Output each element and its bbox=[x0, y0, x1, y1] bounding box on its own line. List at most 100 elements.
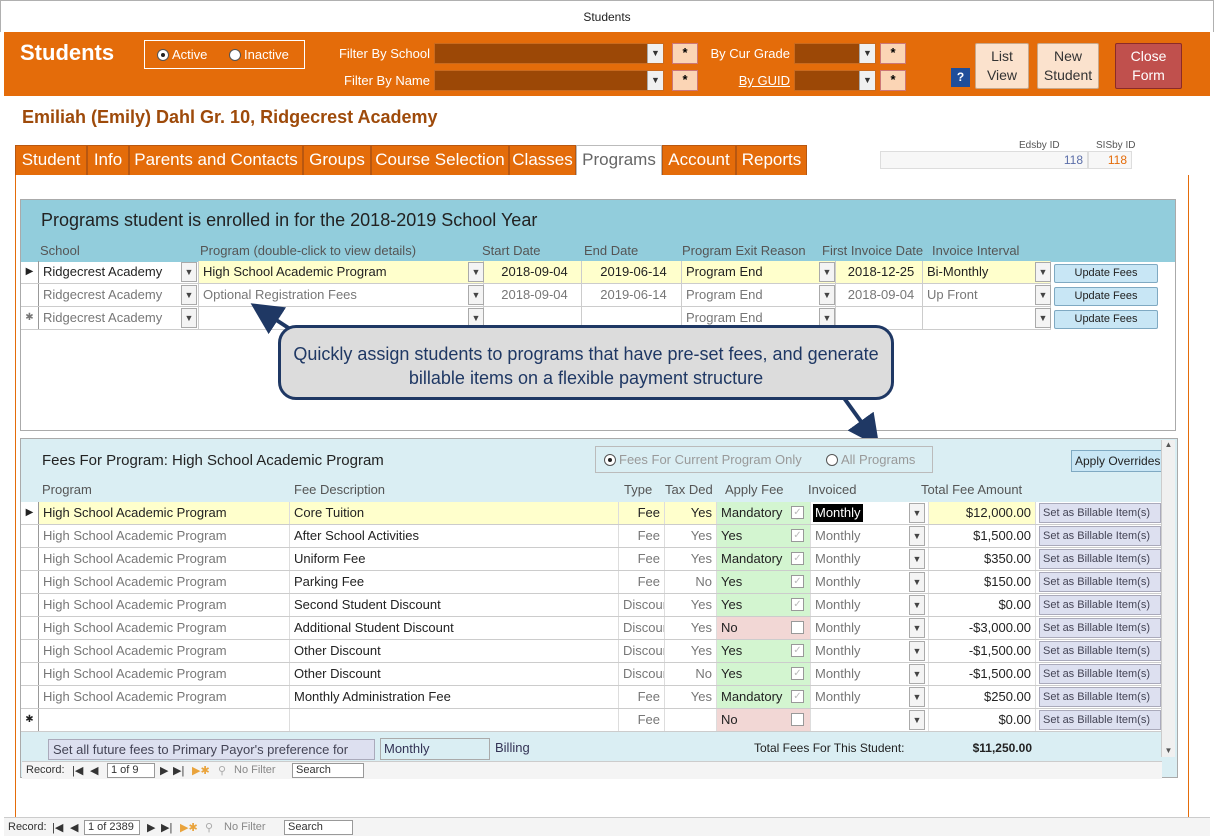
apply-fee-cell[interactable]: Mandatory ✓ bbox=[717, 548, 811, 570]
fee-description-cell[interactable]: Second Student Discount bbox=[290, 594, 619, 616]
set-billable-button[interactable]: Set as Billable Item(s) bbox=[1039, 595, 1161, 615]
chevron-down-icon[interactable]: ▼ bbox=[859, 44, 875, 63]
invoiced-cell[interactable]: Monthly ▼ bbox=[811, 686, 929, 708]
school-cell[interactable]: Ridgecrest Academy bbox=[39, 307, 199, 329]
tab-course-selection[interactable]: Course Selection bbox=[371, 145, 509, 175]
table-row[interactable]: ▶ High School Academic Program Core Tuitio… bbox=[21, 502, 1161, 525]
active-radio[interactable]: Active bbox=[157, 47, 207, 62]
invoiced-cell[interactable]: Monthly ▼ bbox=[811, 502, 929, 524]
apply-checkbox[interactable]: ✓ bbox=[791, 598, 804, 611]
exit-reason-cell[interactable]: Program End bbox=[682, 261, 836, 283]
chevron-down-icon[interactable]: ▼ bbox=[909, 710, 925, 730]
tab-classes[interactable]: Classes bbox=[509, 145, 576, 175]
tab-parents-and-contacts[interactable]: Parents and Contacts bbox=[129, 145, 303, 175]
table-row[interactable]: ✱ Fee No ▼ $0.00 Set as Billable Item(s) bbox=[21, 709, 1161, 732]
apply-checkbox[interactable]: ✓ bbox=[791, 575, 804, 588]
table-row[interactable]: High School Academic Program Other Discou… bbox=[21, 640, 1161, 663]
tab-reports[interactable]: Reports bbox=[736, 145, 807, 175]
apply-fee-cell[interactable]: No bbox=[717, 709, 811, 731]
fee-program-cell[interactable]: High School Academic Program bbox=[39, 502, 290, 524]
by-guid-link[interactable]: By GUID bbox=[704, 73, 790, 88]
set-billable-button[interactable]: Set as Billable Item(s) bbox=[1039, 710, 1161, 730]
tab-account[interactable]: Account bbox=[662, 145, 736, 175]
prev-record-icon[interactable]: ◀ bbox=[90, 764, 98, 777]
apply-checkbox[interactable] bbox=[791, 713, 804, 726]
clear-school-button[interactable]: * bbox=[672, 43, 698, 64]
fees-scrollbar[interactable]: ▲ ▼ bbox=[1161, 440, 1175, 757]
scroll-down-icon[interactable]: ▼ bbox=[1162, 746, 1175, 755]
chevron-down-icon[interactable]: ▼ bbox=[909, 618, 925, 638]
apply-fee-cell[interactable]: Yes ✓ bbox=[717, 525, 811, 547]
first-invoice-cell[interactable]: 2018-12-25 bbox=[836, 261, 923, 283]
first-record-icon[interactable]: |◀ bbox=[72, 764, 83, 777]
no-filter-button[interactable]: No Filter bbox=[234, 764, 276, 776]
table-row[interactable]: High School Academic Program After School… bbox=[21, 525, 1161, 548]
apply-fee-cell[interactable]: Mandatory ✓ bbox=[717, 502, 811, 524]
chevron-down-icon[interactable]: ▼ bbox=[647, 44, 663, 63]
fee-program-cell[interactable]: High School Academic Program bbox=[39, 525, 290, 547]
fee-description-cell[interactable]: Other Discount bbox=[290, 663, 619, 685]
next-record-icon[interactable]: ▶ bbox=[147, 821, 155, 834]
apply-checkbox[interactable]: ✓ bbox=[791, 644, 804, 657]
tab-programs[interactable]: Programs bbox=[576, 145, 662, 176]
end-date-cell[interactable]: 2019-06-14 bbox=[582, 261, 682, 283]
table-row[interactable]: High School Academic Program Parking Fee F… bbox=[21, 571, 1161, 594]
no-filter-button[interactable]: No Filter bbox=[224, 821, 266, 833]
record-position-input[interactable]: 1 of 2389 bbox=[84, 820, 140, 835]
set-future-fees-button[interactable]: Set all future fees to Primary Payor's p… bbox=[48, 739, 375, 760]
tab-student[interactable]: Student bbox=[15, 145, 87, 175]
fee-program-cell[interactable] bbox=[39, 709, 290, 731]
chevron-down-icon[interactable]: ▼ bbox=[1035, 308, 1051, 328]
invoiced-cell[interactable]: Monthly ▼ bbox=[811, 571, 929, 593]
chevron-down-icon[interactable]: ▼ bbox=[1035, 262, 1051, 282]
interval-cell[interactable]: Bi-Monthly bbox=[923, 261, 1051, 283]
fee-program-cell[interactable]: High School Academic Program bbox=[39, 548, 290, 570]
new-record-nav-icon[interactable]: ▶✱ bbox=[192, 764, 210, 777]
fee-program-cell[interactable]: High School Academic Program bbox=[39, 640, 290, 662]
invoiced-cell[interactable]: ▼ bbox=[811, 709, 929, 731]
next-record-icon[interactable]: ▶ bbox=[160, 764, 168, 777]
chevron-down-icon[interactable]: ▼ bbox=[909, 595, 925, 615]
fee-program-cell[interactable]: High School Academic Program bbox=[39, 617, 290, 639]
apply-checkbox[interactable] bbox=[791, 621, 804, 634]
all-programs-radio[interactable]: All Programs bbox=[826, 452, 915, 467]
chevron-down-icon[interactable]: ▼ bbox=[909, 503, 925, 523]
table-row[interactable]: High School Academic Program Second Stude… bbox=[21, 594, 1161, 617]
fee-description-cell[interactable] bbox=[290, 709, 619, 731]
chevron-down-icon[interactable]: ▼ bbox=[909, 664, 925, 684]
table-row[interactable]: ▶ Ridgecrest Academy ▼ High School Acade… bbox=[21, 261, 1051, 284]
filter-school-select[interactable]: ▼ bbox=[434, 43, 664, 64]
chevron-down-icon[interactable]: ▼ bbox=[909, 549, 925, 569]
fee-description-cell[interactable]: Monthly Administration Fee bbox=[290, 686, 619, 708]
table-row[interactable]: High School Academic Program Other Discou… bbox=[21, 663, 1161, 686]
set-billable-button[interactable]: Set as Billable Item(s) bbox=[1039, 503, 1161, 523]
clear-guid-button[interactable]: * bbox=[880, 70, 906, 91]
chevron-down-icon[interactable]: ▼ bbox=[859, 71, 875, 90]
new-student-button[interactable]: New Student bbox=[1037, 43, 1099, 89]
school-cell[interactable]: Ridgecrest Academy bbox=[39, 284, 199, 306]
chevron-down-icon[interactable]: ▼ bbox=[909, 641, 925, 661]
chevron-down-icon[interactable]: ▼ bbox=[181, 285, 197, 305]
inactive-radio[interactable]: Inactive bbox=[229, 47, 289, 62]
fee-program-cell[interactable]: High School Academic Program bbox=[39, 663, 290, 685]
set-billable-button[interactable]: Set as Billable Item(s) bbox=[1039, 572, 1161, 592]
tab-info[interactable]: Info bbox=[87, 145, 129, 175]
apply-fee-cell[interactable]: Mandatory ✓ bbox=[717, 686, 811, 708]
scroll-up-icon[interactable]: ▲ bbox=[1162, 440, 1175, 449]
fee-program-cell[interactable]: High School Academic Program bbox=[39, 686, 290, 708]
invoiced-cell[interactable]: Monthly ▼ bbox=[811, 663, 929, 685]
set-billable-button[interactable]: Set as Billable Item(s) bbox=[1039, 549, 1161, 569]
apply-fee-cell[interactable]: No bbox=[717, 617, 811, 639]
record-position-input[interactable]: 1 of 9 bbox=[107, 763, 155, 778]
table-row[interactable]: High School Academic Program Additional S… bbox=[21, 617, 1161, 640]
set-billable-button[interactable]: Set as Billable Item(s) bbox=[1039, 687, 1161, 707]
chevron-down-icon[interactable]: ▼ bbox=[1035, 285, 1051, 305]
invoiced-cell[interactable]: Monthly ▼ bbox=[811, 548, 929, 570]
table-row[interactable]: High School Academic Program Monthly Admi… bbox=[21, 686, 1161, 709]
help-button[interactable]: ? bbox=[951, 68, 970, 87]
fee-program-cell[interactable]: High School Academic Program bbox=[39, 571, 290, 593]
invoiced-cell[interactable]: Monthly ▼ bbox=[811, 640, 929, 662]
apply-fee-cell[interactable]: Yes ✓ bbox=[717, 594, 811, 616]
chevron-down-icon[interactable]: ▼ bbox=[909, 572, 925, 592]
set-billable-button[interactable]: Set as Billable Item(s) bbox=[1039, 641, 1161, 661]
